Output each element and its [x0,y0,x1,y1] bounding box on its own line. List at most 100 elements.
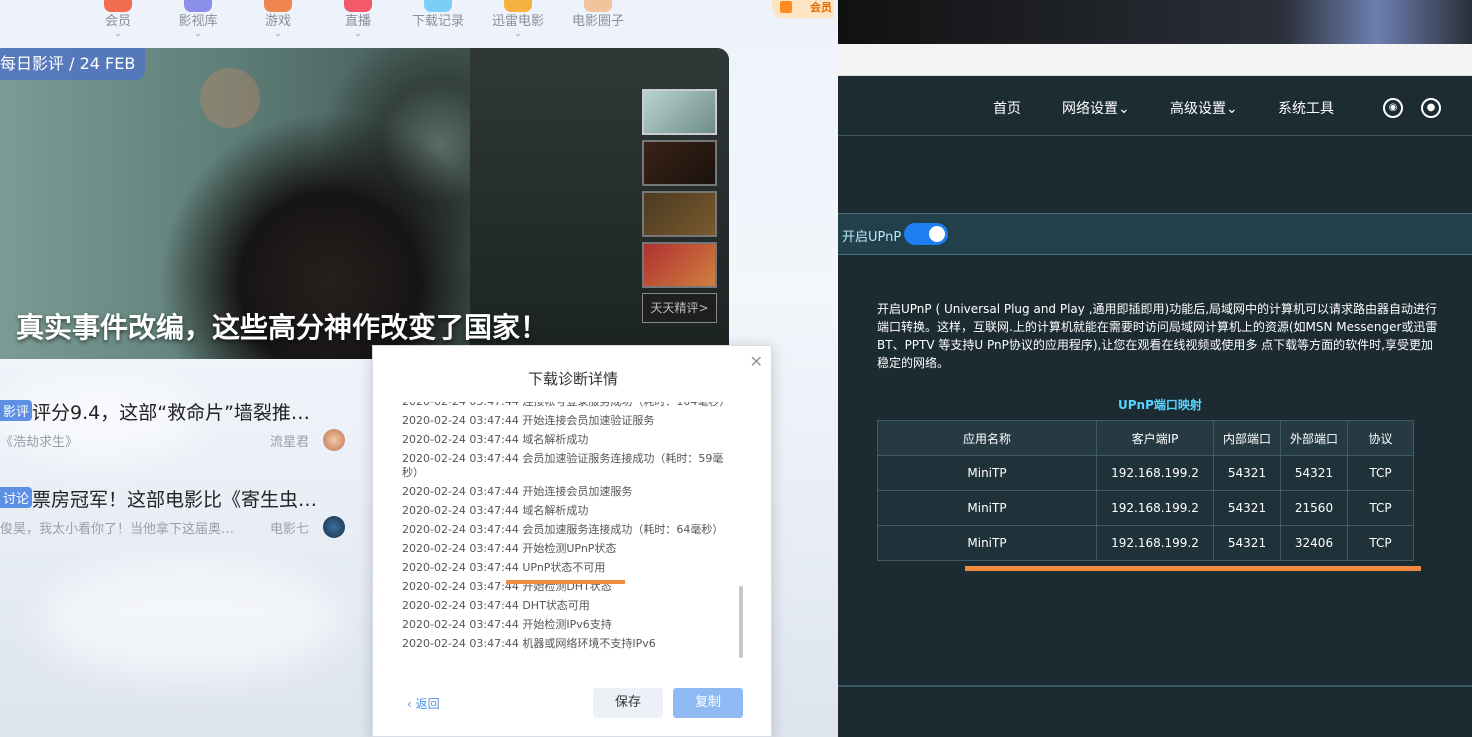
nav-icon [584,0,612,12]
cell-ip: 192.168.199.2 [1096,525,1214,561]
log-line: 2020-02-24 03:47:44 机器或网络环境不支持IPv6 [402,636,656,650]
col-internal-port: 内部端口 [1213,420,1281,456]
cell-external-port: 21560 [1280,490,1348,526]
nav-label: 直播 [344,14,371,29]
upnp-mapping-table: 应用名称 客户端IP 内部端口 外部端口 协议 MiniTP 192.168.1… [877,420,1414,561]
toggle-knob [929,226,945,242]
cell-app: MiniTP [877,455,1097,491]
nav-icon [424,0,452,12]
log-line: 2020-02-24 03:47:44 域名解析成功 [402,432,589,446]
log-line: 2020-02-24 03:47:44 域名解析成功 [402,503,589,517]
nav-icon [344,0,372,12]
thumbnail-2[interactable] [642,140,717,186]
post-title[interactable]: 评分9.4，这部“救命片”墙裂推… [32,402,310,424]
avatar[interactable] [323,429,345,451]
post-item[interactable]: 讨论 票房冠军！这部电影比《寄生虫… 俊昊，我太小看你了！当他拿下这届奥… 电影七 [0,485,360,540]
cell-ip: 192.168.199.2 [1096,455,1214,491]
log-content: 2020-02-24 03:47:44 连接帐号登录服务成功（耗时：104毫秒）… [402,402,738,653]
browser-bar [838,44,1472,76]
post-item[interactable]: 影评 评分9.4，这部“救命片”墙裂推… 《浩劫求生》 流星君 [0,398,360,453]
cell-protocol: TCP [1347,455,1414,491]
thumbnail-4[interactable] [642,242,717,288]
highlight-annotation [506,580,625,584]
router-admin-page: 首页 网络设置⌄ 高级设置⌄ 系统工具 ◉ ● 开启UPnP 开启UPnP ( … [838,0,1472,737]
nav-item[interactable]: 直播 ⌄ [318,0,398,39]
divider [838,685,1472,687]
diagnostic-log: 2020-02-24 03:47:44 连接帐号登录服务成功（耗时：104毫秒）… [402,402,738,660]
nav-item[interactable]: 电影圈子 [558,0,638,30]
nav-label: 电影圈子 [571,14,624,29]
cell-ip: 192.168.199.2 [1096,490,1214,526]
post-author[interactable]: 流星君 [270,431,309,450]
log-line: 2020-02-24 03:47:44 开始连接会员加速服务 [402,484,633,498]
nav-advanced-settings[interactable]: 高级设置⌄ [1170,98,1238,118]
nav-label: 影视库 [178,14,218,29]
nav-icon [264,0,292,12]
back-label: 返回 [415,697,440,711]
chevron-down-icon: ⌄ [514,29,522,39]
wechat-icon[interactable]: ● [1421,98,1441,118]
col-client-ip: 客户端IP [1096,420,1214,456]
vip-badge[interactable]: 会员 [772,0,834,18]
nav-icon [504,0,532,12]
log-line: 2020-02-24 03:47:44 开始检测IPv6支持 [402,617,612,631]
browser-background [838,0,1472,44]
log-line: 2020-02-24 03:47:44 会员加速服务连接成功（耗时：64毫秒） [402,522,724,536]
post-tag: 讨论 [0,487,33,508]
thumbnail-3[interactable] [642,191,717,237]
back-button[interactable]: ‹ 返回 [407,695,440,712]
cell-app: MiniTP [877,490,1097,526]
nav-system-tools[interactable]: 系统工具 [1278,98,1334,118]
upnp-toggle[interactable] [904,223,948,245]
cell-internal-port: 54321 [1213,490,1281,526]
nav-item[interactable]: 影视库 ⌄ [158,0,238,39]
download-diagnostics-dialog: ✕ 下载诊断详情 2020-02-24 03:47:44 连接帐号登录服务成功（… [372,345,772,737]
upnp-table-title: UPnP端口映射 [1118,398,1202,412]
post-subtitle: 俊昊，我太小看你了！当他拿下这届奥… [0,522,235,537]
chevron-left-icon: ‹ [407,697,416,711]
upnp-label: 开启UPnP [842,230,902,245]
more-reviews-button[interactable]: 天天精评> [642,293,717,323]
chevron-down-icon: ⌄ [354,29,362,39]
nav-item[interactable]: 游戏 ⌄ [238,0,318,39]
post-tag: 影评 [0,400,33,421]
nav-label: 会员 [104,14,131,29]
log-line: 2020-02-24 03:47:44 连接帐号登录服务成功（耗时：104毫秒） [402,402,738,411]
log-line: 2020-02-24 03:47:44 UPnP状态不可用 [402,560,606,574]
nav-icon [104,0,132,12]
log-line: 2020-02-24 03:47:44 会员加速验证服务连接成功（耗时：59毫秒… [402,451,724,479]
post-subtitle: 《浩劫求生》 [0,435,79,450]
upnp-description: 开启UPnP ( Universal Plug and Play ,通用即插即用… [877,302,1438,370]
nav-label: 网络设置 [1062,101,1118,117]
post-author[interactable]: 电影七 [270,518,309,537]
nav-item[interactable]: 迅雷电影 ⌄ [478,0,558,39]
cell-protocol: TCP [1347,525,1414,561]
nav-home[interactable]: 首页 [993,98,1021,118]
cell-app: MiniTP [877,525,1097,561]
log-line: 2020-02-24 03:47:44 开始连接会员加速验证服务 [402,413,655,427]
save-button[interactable]: 保存 [593,688,663,718]
thumbnail-1[interactable] [642,89,717,135]
banner-title[interactable]: 真实事件改编，这些高分神作改变了国家！ [16,306,548,346]
post-title[interactable]: 票房冠军！这部电影比《寄生虫… [32,489,317,511]
chevron-down-icon: ⌄ [274,29,282,39]
avatar[interactable] [323,516,345,538]
table-row: MiniTP 192.168.199.2 54321 21560 TCP [877,490,1414,526]
nav-item[interactable]: 下载记录 [398,0,478,30]
col-protocol: 协议 [1347,420,1414,456]
cell-external-port: 54321 [1280,455,1348,491]
dialog-title: 下载诊断详情 [527,370,618,388]
table-row: MiniTP 192.168.199.2 54321 54321 TCP [877,455,1414,491]
banner-tag: 每日影评 / 24 FEB [0,48,146,80]
log-line: 2020-02-24 03:47:44 DHT状态可用 [402,598,590,612]
featured-banner[interactable]: 每日影评 / 24 FEB 真实事件改编，这些高分神作改变了国家！ [0,48,729,359]
nav-item[interactable]: 会员 ⌄ [78,0,158,39]
nav-network-settings[interactable]: 网络设置⌄ [1062,98,1130,118]
log-scrollbar[interactable] [739,586,743,658]
weibo-icon[interactable]: ◉ [1383,98,1403,118]
nav-label: 游戏 [264,14,291,29]
nav-label: 下载记录 [411,14,464,29]
table-row: MiniTP 192.168.199.2 54321 32406 TCP [877,525,1414,561]
col-app-name: 应用名称 [877,420,1097,456]
copy-button[interactable]: 复制 [673,688,743,718]
